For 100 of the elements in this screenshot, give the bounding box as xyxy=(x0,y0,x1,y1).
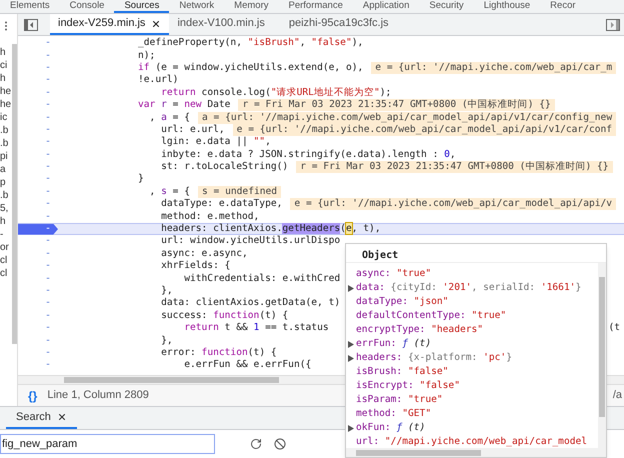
line-marker[interactable]: - xyxy=(45,62,52,73)
line-marker[interactable]: - xyxy=(45,310,52,321)
line-marker[interactable]: - xyxy=(45,75,52,86)
expand-triangle-icon[interactable] xyxy=(348,354,354,362)
inline-value: a = {url: '//mapi.yiche.com/web_api/car_model_api/api/v1/car/config_new xyxy=(198,112,616,124)
panel-tab[interactable]: Elements xyxy=(0,0,60,13)
code-line: _defineProperty(n, "isBrush", "false"), xyxy=(138,37,364,50)
expand-triangle-icon[interactable] xyxy=(348,424,354,432)
panel-tab[interactable]: Lighthouse xyxy=(474,0,540,13)
code-line: dataType: e.dataType, xyxy=(160,198,282,210)
property-entry: method: "GET" xyxy=(356,408,432,420)
line-marker[interactable]: - xyxy=(45,100,52,110)
refresh-icon[interactable] xyxy=(250,438,262,450)
panel-tab[interactable]: Security xyxy=(419,0,474,13)
line-marker[interactable]: - xyxy=(45,298,52,308)
expand-triangle-icon[interactable] xyxy=(348,340,354,348)
property-entry: async: "true" xyxy=(356,268,432,280)
panel-tab[interactable]: Performance xyxy=(278,0,353,13)
file-name-fragment: h xyxy=(0,46,7,59)
file-name-fragment: h xyxy=(0,72,7,85)
panel-tab[interactable]: Application xyxy=(352,0,420,13)
code-line: }, xyxy=(160,285,173,297)
property-entry: okFun: ƒ (t) xyxy=(356,422,426,434)
sidebar-toggle-icon[interactable] xyxy=(24,18,38,30)
property-entry: url: "//mapi.yiche.com/web_api/car_model xyxy=(356,436,588,448)
code-line: success: function(t) { xyxy=(160,310,288,322)
drawer-tab-label: Search xyxy=(16,410,51,425)
close-icon[interactable] xyxy=(56,412,67,422)
file-name-fragment: cl xyxy=(0,254,8,267)
line-marker[interactable]: - xyxy=(45,38,52,48)
code-line: , s = { xyxy=(148,186,190,198)
line-marker[interactable]: - xyxy=(45,50,52,61)
line-marker[interactable]: - xyxy=(45,336,52,346)
line-marker[interactable]: - xyxy=(45,162,52,172)
line-marker[interactable]: - xyxy=(45,124,52,135)
panel-tab[interactable]: Recor xyxy=(540,0,586,13)
line-marker[interactable]: - xyxy=(45,261,52,272)
line-marker[interactable]: - xyxy=(45,323,52,334)
inline-value: r = Fri Mar 03 2023 21:35:47 GMT+0800 (中国标准时间) {} xyxy=(238,99,555,112)
code-line: data: clientAxios.getData(e, t) xyxy=(160,297,340,310)
file-tab[interactable]: index-V100.min.js xyxy=(169,14,273,35)
line-marker[interactable]: - xyxy=(45,186,52,197)
property-entry: dataType: "json" xyxy=(356,296,448,308)
file-name-fragment: he xyxy=(0,85,12,98)
code-line: lgin: e.data || "", xyxy=(160,136,271,148)
code-line: inbyte: e.data ? JSON.stringify(e.data).length : 0, xyxy=(160,148,456,161)
file-name-fragment: cl xyxy=(0,267,8,280)
property-entry: encryptType: "headers" xyxy=(356,324,484,336)
code-line: xhrFields: { xyxy=(160,260,230,272)
code-line: withCredentials: e.withCred xyxy=(183,272,340,285)
inline-value: e = {url: '//mapi.yiche.com/web_api/car_model_api/api/v1/car/conf xyxy=(232,124,616,136)
line-marker[interactable]: - xyxy=(45,248,52,259)
property-entry: isBrush: "false" xyxy=(356,366,448,378)
panel-tab[interactable]: Network xyxy=(169,0,224,13)
execution-marker[interactable]: - xyxy=(18,224,58,235)
file-name-fragment: .b xyxy=(0,189,10,202)
property-entry: isParam: "true" xyxy=(356,394,443,406)
line-marker[interactable]: - xyxy=(45,199,52,210)
file-tab[interactable]: index-V259.min.js xyxy=(50,14,170,35)
horizontal-scrollbar[interactable] xyxy=(356,450,481,456)
property-entry: errFun: ƒ (t) xyxy=(356,338,432,350)
code-line: var r = new Date xyxy=(138,99,230,112)
code-line: !e.url) xyxy=(138,74,178,86)
close-icon[interactable] xyxy=(151,18,162,28)
line-marker[interactable]: - xyxy=(45,212,52,222)
pretty-print-button[interactable]: {} xyxy=(28,386,38,404)
clear-icon[interactable] xyxy=(274,438,286,450)
line-marker[interactable]: - xyxy=(45,88,52,98)
code-line: }, xyxy=(160,334,173,347)
line-marker[interactable]: - xyxy=(45,236,52,246)
panel-tab[interactable]: Memory xyxy=(224,0,278,13)
file-name-fragment: p xyxy=(0,176,7,189)
line-marker[interactable]: - xyxy=(45,348,52,358)
search-field[interactable]: fig_new_param xyxy=(0,434,215,454)
sidebar-toggle-icon[interactable] xyxy=(606,18,620,30)
code-line: n); xyxy=(138,50,156,62)
line-marker[interactable]: - xyxy=(45,360,52,370)
code-line: headers: clientAxios.getHeaders(e, t), xyxy=(160,223,381,236)
code-fragment: (t xyxy=(608,322,620,334)
file-name-fragment: h xyxy=(0,215,7,228)
property-entry: headers: {x-platform: 'pc'} xyxy=(356,352,512,364)
line-marker[interactable]: - xyxy=(45,150,52,160)
vertical-scrollbar[interactable] xyxy=(599,277,605,417)
code-line: url: e.url, xyxy=(160,124,225,136)
scrollbar[interactable] xyxy=(12,44,17,344)
panel-tab[interactable]: Console xyxy=(60,0,114,13)
line-marker[interactable]: - xyxy=(45,112,52,123)
file-tab[interactable]: peizhi-95ca19c3fc.js xyxy=(280,14,397,35)
code-line: return t && 1 == t.status xyxy=(183,322,329,334)
file-name-fragment: or xyxy=(0,241,10,254)
line-marker[interactable]: - xyxy=(45,286,52,296)
expand-triangle-icon[interactable] xyxy=(348,284,354,292)
inline-value: e = {url: '//mapi.yiche.com/web_api/car_m xyxy=(371,62,616,74)
line-marker[interactable]: - xyxy=(45,274,52,284)
code-line: error: function(t) { xyxy=(160,346,277,359)
line-marker[interactable]: - xyxy=(45,174,52,184)
property-entry: defaultContentType: "true" xyxy=(356,310,506,322)
file-tab-label: index-V259.min.js xyxy=(58,16,146,32)
line-marker[interactable]: - xyxy=(45,137,52,148)
horizontal-scrollbar[interactable] xyxy=(64,377,279,383)
